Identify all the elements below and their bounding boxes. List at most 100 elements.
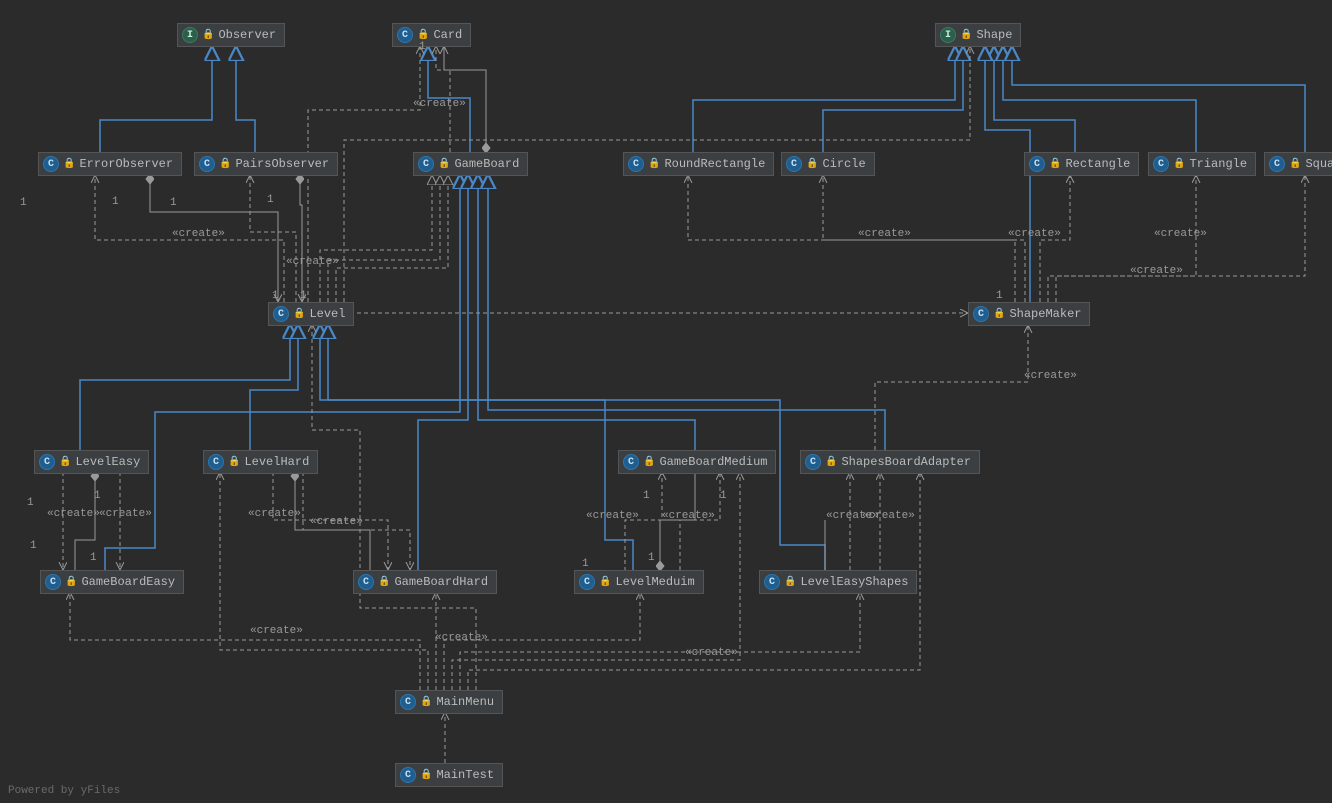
- multiplicity-label: 1: [20, 197, 27, 209]
- node-level-easy[interactable]: C 🔒 LevelEasy: [34, 450, 149, 474]
- class-icon: C: [358, 574, 374, 590]
- node-gameboard-hard[interactable]: C 🔒 GameBoardHard: [353, 570, 497, 594]
- lock-icon: 🔒: [960, 29, 972, 41]
- node-label: RoundRectangle: [664, 157, 765, 171]
- node-label: ShapeMaker: [1009, 307, 1081, 321]
- node-label: Rectangle: [1065, 157, 1130, 171]
- create-stereotype-label: «create»: [250, 625, 303, 637]
- lock-icon: 🔒: [228, 456, 240, 468]
- node-main-test[interactable]: C🔒MainTest: [395, 763, 503, 787]
- lock-icon: 🔒: [438, 158, 450, 170]
- multiplicity-label: 1: [90, 552, 97, 564]
- node-shapemaker[interactable]: C🔒ShapeMaker: [968, 302, 1090, 326]
- create-stereotype-label: «create»: [586, 510, 639, 522]
- node-gameboard-medium[interactable]: C🔒GameBoardMedium: [618, 450, 776, 474]
- lock-icon: 🔒: [993, 308, 1005, 320]
- node-shapes-board-adapter[interactable]: C🔒ShapesBoardAdapter: [800, 450, 980, 474]
- class-icon: C: [418, 156, 434, 172]
- lock-icon: 🔒: [219, 158, 231, 170]
- lock-icon: 🔒: [420, 696, 432, 708]
- lock-icon: 🔒: [65, 576, 77, 588]
- multiplicity-label: 1: [643, 490, 650, 502]
- node-label: Card: [433, 28, 462, 42]
- node-label: GameBoard: [454, 157, 519, 171]
- node-gameboard[interactable]: C 🔒 GameBoard: [413, 152, 528, 176]
- node-main-menu[interactable]: C🔒MainMenu: [395, 690, 503, 714]
- lock-icon: 🔒: [378, 576, 390, 588]
- create-stereotype-label: «create»: [685, 647, 738, 659]
- node-label: Triangle: [1189, 157, 1247, 171]
- create-stereotype-label: «create»: [47, 508, 100, 520]
- class-icon: C: [39, 454, 55, 470]
- multiplicity-label: 1: [419, 41, 426, 53]
- class-icon: C: [400, 767, 416, 783]
- multiplicity-label: 1: [112, 196, 119, 208]
- create-stereotype-label: «create»: [310, 516, 363, 528]
- lock-icon: 🔒: [63, 158, 75, 170]
- lock-icon: 🔒: [806, 158, 818, 170]
- node-label: LevelMeduim: [615, 575, 694, 589]
- node-label: PairsObserver: [235, 157, 329, 171]
- create-stereotype-label: «create»: [248, 508, 301, 520]
- node-label: GameBoardEasy: [81, 575, 175, 589]
- node-card[interactable]: C 🔒 Card: [392, 23, 471, 47]
- multiplicity-label: 1: [30, 540, 37, 552]
- node-triangle[interactable]: C🔒Triangle: [1148, 152, 1256, 176]
- node-label: LevelEasyShapes: [800, 575, 908, 589]
- node-shape[interactable]: I🔒Shape: [935, 23, 1021, 47]
- lock-icon: 🔒: [417, 29, 429, 41]
- node-rectangle[interactable]: C🔒Rectangle: [1024, 152, 1139, 176]
- node-label: Shape: [976, 28, 1012, 42]
- create-stereotype-label: «create»: [662, 510, 715, 522]
- node-observer[interactable]: I🔒Observer: [177, 23, 285, 47]
- node-label: Square: [1305, 157, 1332, 171]
- create-stereotype-label: «create»: [1024, 370, 1077, 382]
- class-icon: C: [628, 156, 644, 172]
- lock-icon: 🔒: [1049, 158, 1061, 170]
- diagram-canvas[interactable]: I🔒Observer C 🔒 Card I 🔒 Shape C🔒ErrorObserve…: [0, 0, 1332, 803]
- create-stereotype-label: «create»: [1130, 265, 1183, 277]
- multiplicity-label: 1: [170, 197, 177, 209]
- multiplicity-label: 1: [94, 490, 101, 502]
- interface-icon: I: [182, 27, 198, 43]
- class-icon: C: [1269, 156, 1285, 172]
- lock-icon: 🔒: [420, 769, 432, 781]
- lock-icon: 🔒: [825, 456, 837, 468]
- multiplicity-label: 1: [582, 558, 589, 570]
- class-icon: C: [764, 574, 780, 590]
- node-level-hard[interactable]: C🔒LevelHard: [203, 450, 318, 474]
- multiplicity-label: 1: [27, 497, 34, 509]
- lock-icon: 🔒: [59, 456, 71, 468]
- node-label: LevelEasy: [75, 455, 140, 469]
- node-level-medium[interactable]: C🔒LevelMeduim: [574, 570, 704, 594]
- node-label: GameBoardHard: [394, 575, 488, 589]
- create-stereotype-label: «create»: [99, 508, 152, 520]
- create-stereotype-label: «create»: [172, 228, 225, 240]
- node-label: Level: [309, 307, 345, 321]
- create-stereotype-label: «create»: [1154, 228, 1207, 240]
- create-stereotype-label: «create»: [435, 632, 488, 644]
- multiplicity-label: 1: [996, 290, 1003, 302]
- node-label: Observer: [218, 28, 276, 42]
- class-icon: C: [1153, 156, 1169, 172]
- node-pairs-observer[interactable]: C🔒PairsObserver: [194, 152, 338, 176]
- node-error-observer[interactable]: C🔒ErrorObserver: [38, 152, 182, 176]
- node-round-rectangle[interactable]: C🔒RoundRectangle: [623, 152, 774, 176]
- node-level-easy-shapes[interactable]: C🔒LevelEasyShapes: [759, 570, 917, 594]
- attribution-text: Powered by yFiles: [8, 785, 120, 797]
- class-icon: C: [623, 454, 639, 470]
- create-stereotype-label: «create»: [1008, 228, 1061, 240]
- node-gameboard-easy[interactable]: C 🔒 GameBoardEasy: [40, 570, 184, 594]
- node-square[interactable]: C 🔒 Square: [1264, 152, 1332, 176]
- node-label: MainMenu: [436, 695, 494, 709]
- class-icon: C: [397, 27, 413, 43]
- class-icon: C: [208, 454, 224, 470]
- node-level[interactable]: C🔒Level: [268, 302, 354, 326]
- class-icon: C: [45, 574, 61, 590]
- node-label: Circle: [822, 157, 865, 171]
- node-label: ShapesBoardAdapter: [841, 455, 971, 469]
- edges-layer: [0, 0, 1332, 803]
- create-stereotype-label: «create»: [286, 256, 339, 268]
- node-circle[interactable]: C🔒Circle: [781, 152, 875, 176]
- lock-icon: 🔒: [1289, 158, 1301, 170]
